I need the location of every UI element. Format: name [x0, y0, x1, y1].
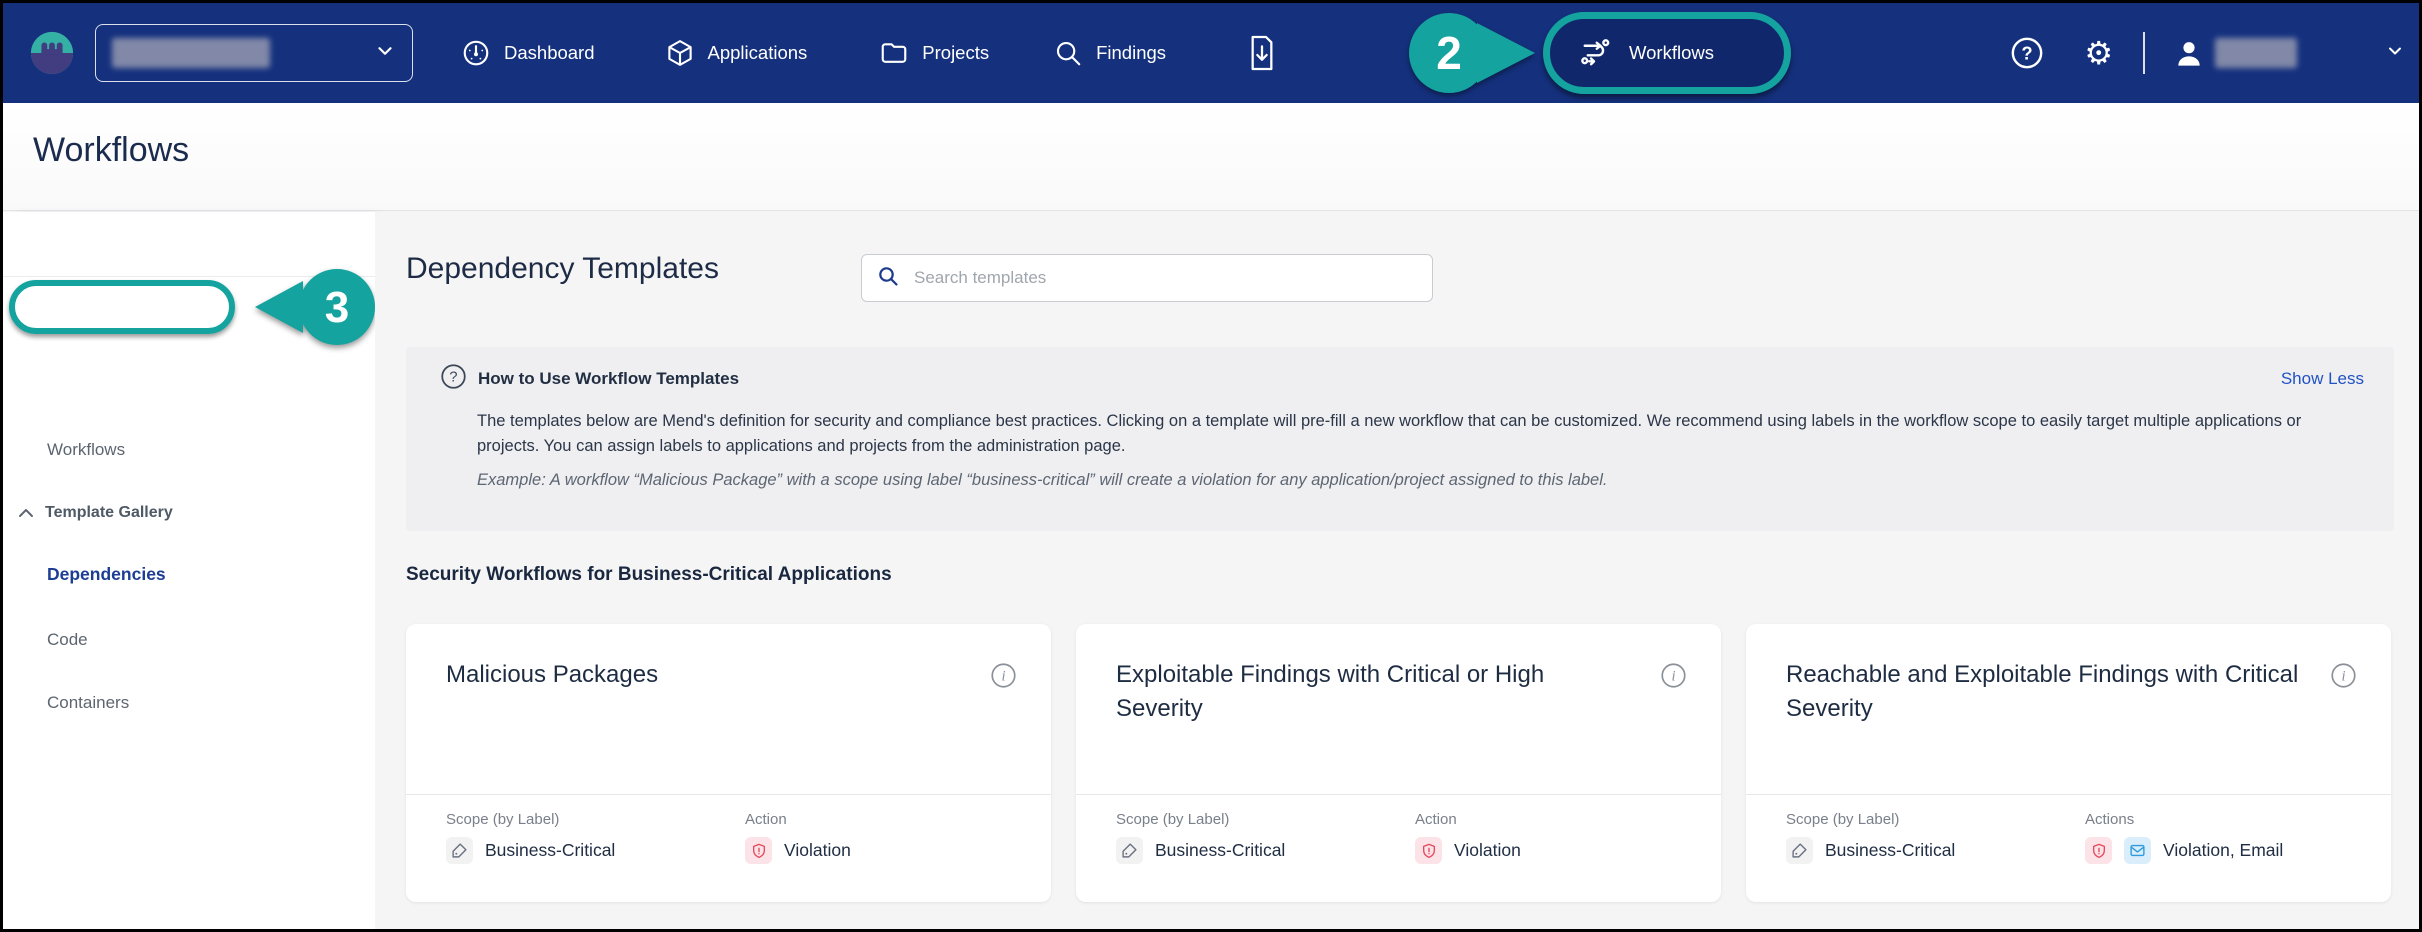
settings-gear-icon[interactable]: ⚙ [2084, 37, 2113, 69]
mend-logo-icon[interactable] [29, 30, 75, 76]
template-card-exploitable-findings[interactable]: Exploitable Findings with Critical or Hi… [1076, 624, 1721, 902]
organization-name-redacted [112, 38, 270, 68]
card-title: Exploitable Findings with Critical or Hi… [1116, 658, 1635, 726]
info-box-example: Example: A workflow “Malicious Package” … [477, 471, 2364, 490]
nav-label: Findings [1096, 42, 1166, 64]
navbar-right-cluster: ? ⚙ [2010, 3, 2405, 103]
action-label: Action [1415, 811, 1521, 828]
tag-icon [1116, 837, 1143, 864]
sidebar-item-dependencies-selected[interactable]: Dependencies [47, 564, 166, 585]
annotation-step-2-number: 2 [1436, 27, 1462, 79]
scope-label: Scope (by Label) [446, 811, 615, 828]
nav-item-workflows-highlighted[interactable]: Workflows [1543, 12, 1791, 94]
projects-folder-icon [879, 38, 909, 68]
search-input[interactable] [912, 267, 1418, 289]
page-title: Workflows [33, 131, 189, 170]
template-card-reachable-exploitable-findings[interactable]: Reachable and Exploitable Findings with … [1746, 624, 2391, 902]
card-title: Malicious Packages [446, 658, 965, 692]
action-value: Violation [1454, 840, 1521, 861]
card-title: Reachable and Exploitable Findings with … [1786, 658, 2305, 726]
violation-shield-icon [1415, 837, 1442, 864]
user-name-redacted [2215, 38, 2297, 68]
nav-item-applications[interactable]: Applications [665, 38, 808, 68]
info-circle-icon[interactable]: i [1660, 662, 1687, 694]
sidebar-item-template-gallery[interactable]: Template Gallery [45, 504, 173, 522]
top-navbar: Dashboard Applications Projects [3, 3, 2419, 103]
app-window: Dashboard Applications Projects [0, 0, 2422, 932]
actions-value: Violation, Email [2163, 840, 2283, 861]
info-box-title: How to Use Workflow Templates [478, 369, 739, 389]
user-menu-chevron-down-icon[interactable] [2385, 41, 2405, 66]
card-footer: Scope (by Label) Business-Critical Actio… [1076, 794, 1721, 902]
section-title: Security Workflows for Business-Critical… [406, 564, 892, 586]
template-card-malicious-packages[interactable]: Malicious Packages i Scope (by Label) Bu… [406, 624, 1051, 902]
nav-label: Applications [708, 42, 808, 64]
scope-value: Business-Critical [1155, 840, 1285, 861]
nav-label: Projects [922, 42, 989, 64]
template-search[interactable] [861, 254, 1433, 302]
show-less-link[interactable]: Show Less [2281, 369, 2364, 389]
info-circle-icon[interactable]: i [990, 662, 1017, 694]
nav-item-dashboard[interactable]: Dashboard [461, 38, 595, 68]
chevron-down-icon [374, 40, 396, 67]
svg-text:?: ? [449, 370, 457, 386]
main-content: Dependency Templates ? How to Use Workfl… [375, 212, 2422, 932]
svg-text:i: i [2341, 669, 2345, 685]
content-title: Dependency Templates [406, 252, 719, 286]
help-icon[interactable]: ? [2010, 36, 2044, 70]
annotation-highlight-ring-template-gallery [9, 280, 235, 334]
search-icon [876, 264, 900, 293]
scope-value: Business-Critical [485, 840, 615, 861]
action-value: Violation [784, 840, 851, 861]
info-circle-icon[interactable]: i [2330, 662, 2357, 694]
svg-text:i: i [1671, 669, 1675, 685]
nav-item-findings[interactable]: Findings [1053, 38, 1166, 68]
chevron-up-icon[interactable] [17, 506, 35, 525]
page-header: Workflows [3, 103, 2419, 211]
info-box: ? How to Use Workflow Templates Show Les… [406, 347, 2394, 531]
dashboard-icon [461, 38, 491, 68]
scope-label: Scope (by Label) [1116, 811, 1285, 828]
nav-item-projects[interactable]: Projects [879, 38, 989, 68]
info-box-body: The templates below are Mend's definitio… [477, 409, 2337, 459]
action-label: Action [745, 811, 851, 828]
card-footer: Scope (by Label) Business-Critical Actio… [406, 794, 1051, 902]
tag-icon [446, 837, 473, 864]
sidebar: Workflows Template Gallery Dependencies … [3, 212, 375, 932]
email-envelope-icon [2124, 837, 2151, 864]
workflows-icon [1578, 33, 1614, 74]
tag-icon [1786, 837, 1813, 864]
findings-search-icon [1053, 38, 1083, 68]
scope-value: Business-Critical [1825, 840, 1955, 861]
applications-icon [665, 38, 695, 68]
sidebar-divider [3, 276, 375, 277]
sidebar-item-code[interactable]: Code [47, 630, 88, 650]
user-avatar-icon[interactable] [2173, 37, 2205, 69]
question-circle-icon: ? [440, 363, 467, 395]
violation-shield-icon [2085, 837, 2112, 864]
reports-icon[interactable] [1246, 34, 1278, 72]
svg-text:?: ? [2022, 42, 2033, 63]
violation-shield-icon [745, 837, 772, 864]
sidebar-item-containers[interactable]: Containers [47, 693, 129, 713]
annotation-step-2-badge: 2 [1399, 9, 1539, 97]
template-cards-row: Malicious Packages i Scope (by Label) Bu… [406, 624, 2391, 902]
actions-label: Actions [2085, 811, 2283, 828]
svg-text:i: i [1001, 669, 1005, 685]
sidebar-item-workflows[interactable]: Workflows [47, 440, 125, 460]
organization-selector[interactable] [95, 24, 413, 82]
navbar-divider [2143, 32, 2145, 74]
scope-label: Scope (by Label) [1786, 811, 1955, 828]
nav-label: Dashboard [504, 42, 595, 64]
nav-label: Workflows [1629, 42, 1714, 64]
card-footer: Scope (by Label) Business-Critical Actio… [1746, 794, 2391, 902]
